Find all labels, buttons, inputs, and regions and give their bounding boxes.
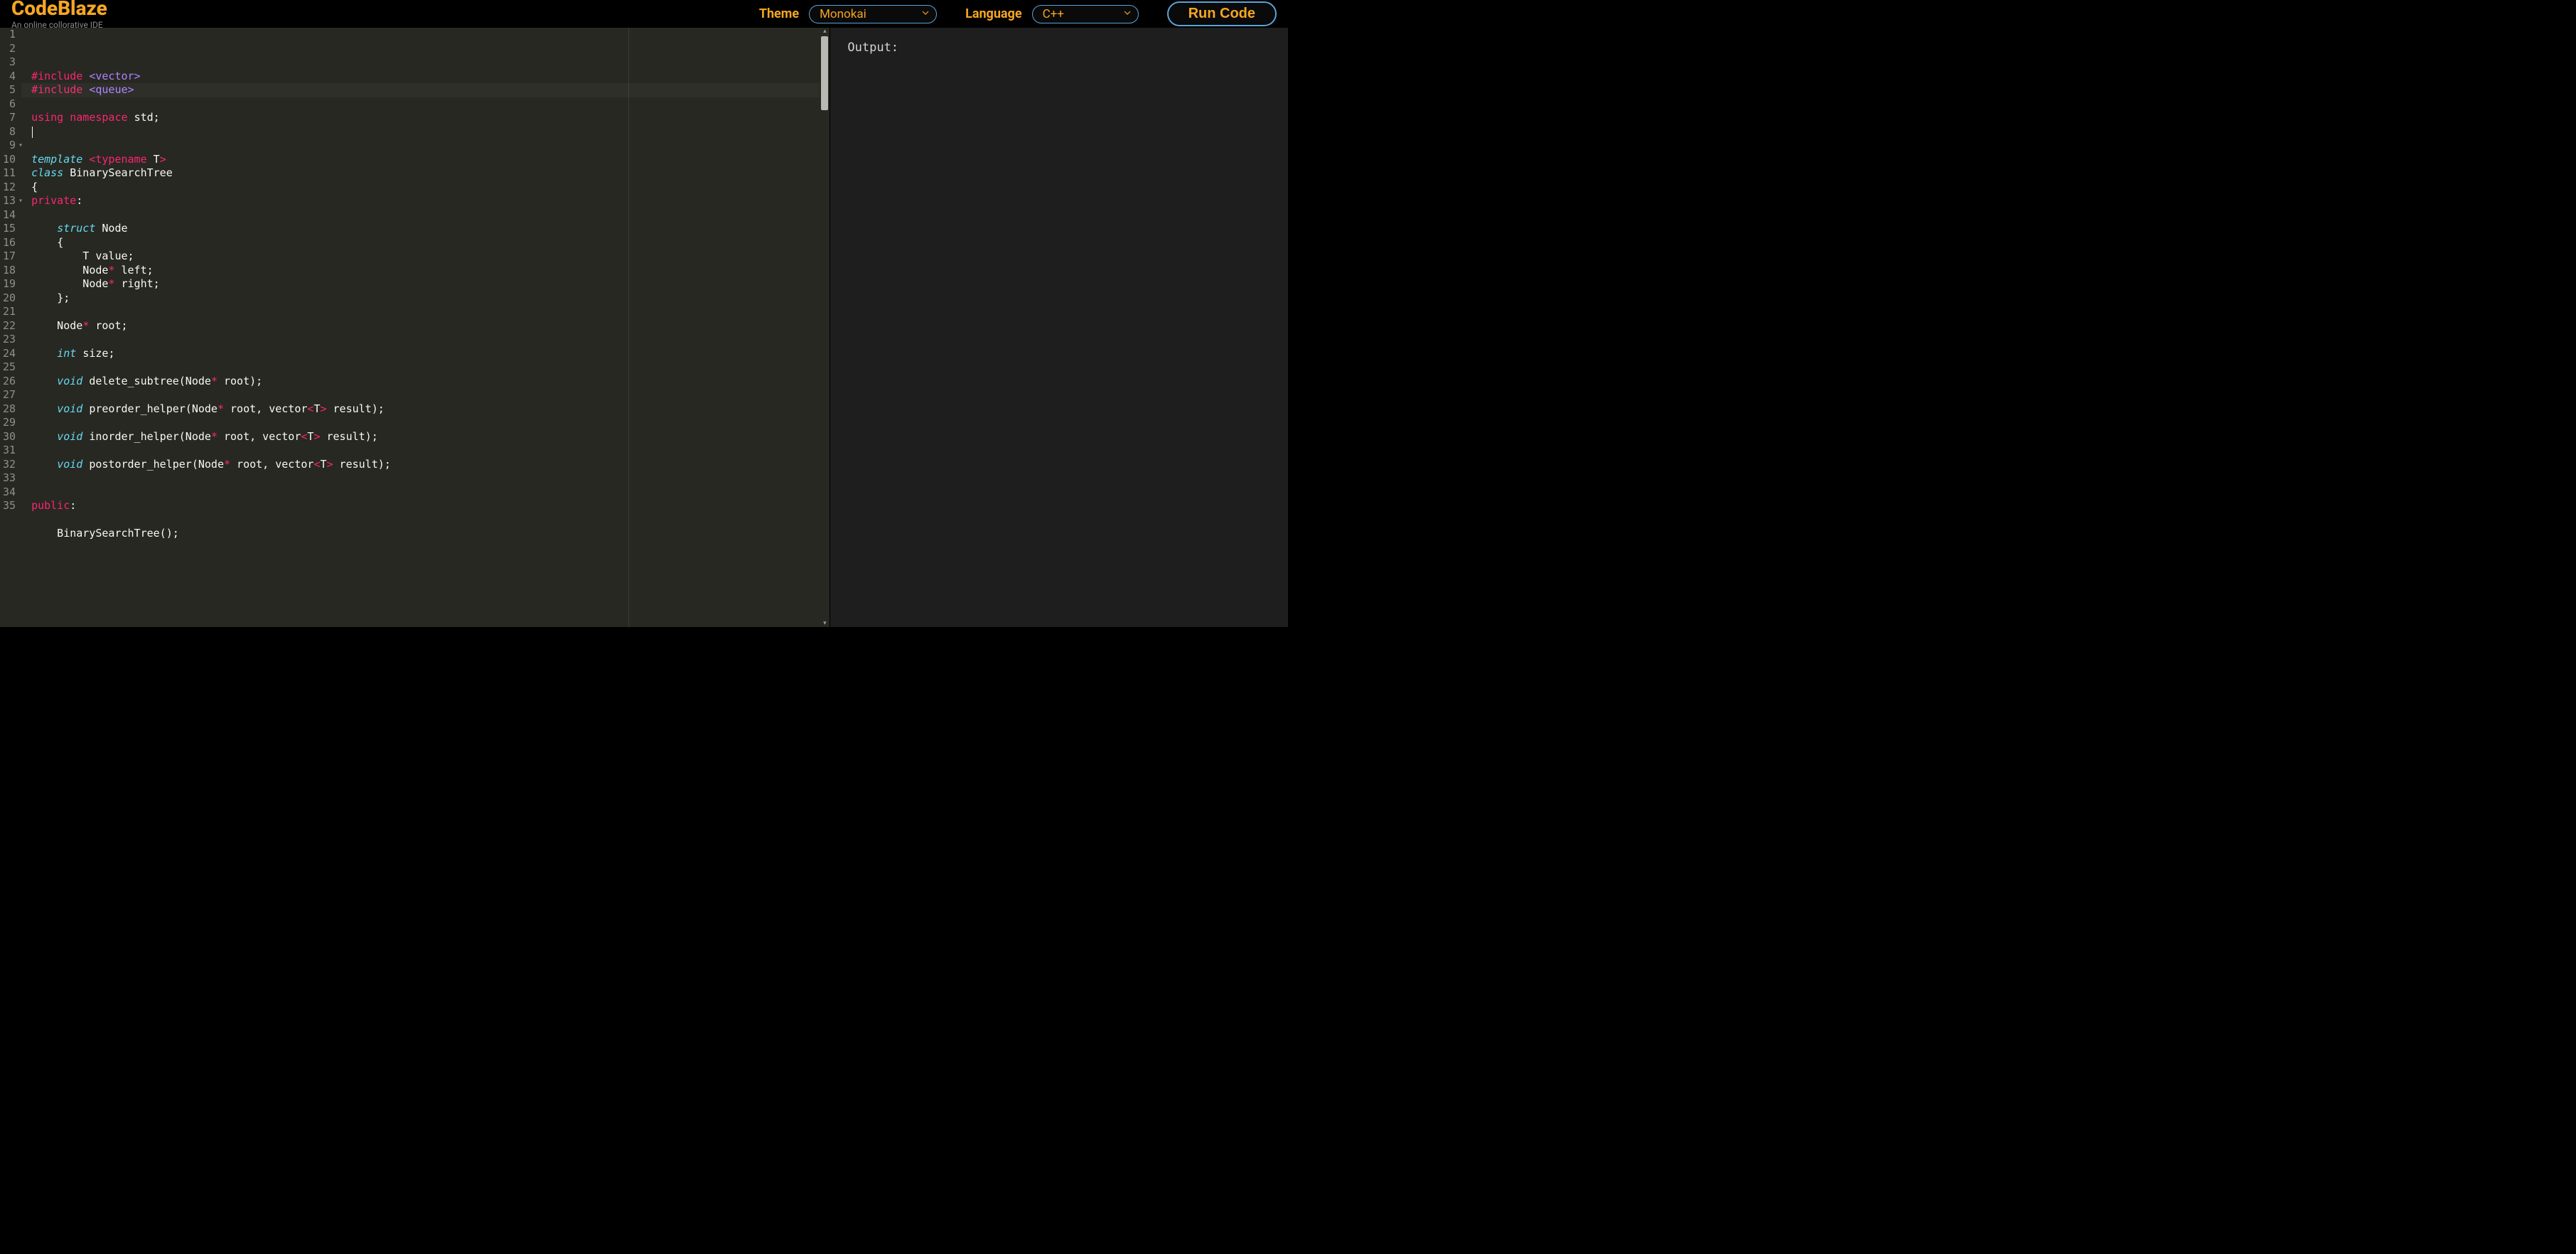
line-number[interactable]: 30 bbox=[3, 430, 16, 444]
code-line[interactable]: void inorder_helper(Node* root, vector<T… bbox=[31, 430, 820, 444]
theme-select-value: Monokai bbox=[820, 7, 866, 21]
code-line[interactable] bbox=[31, 139, 820, 153]
code-line[interactable] bbox=[31, 97, 820, 112]
code-line[interactable]: #include <vector> bbox=[31, 70, 820, 84]
header: CodeBlaze An online collorative IDE Them… bbox=[0, 0, 1288, 28]
line-number[interactable]: 23 bbox=[3, 333, 16, 347]
code-line[interactable]: int size; bbox=[31, 347, 820, 361]
code-line[interactable]: using namespace std; bbox=[31, 111, 820, 125]
code-line[interactable]: Node* root; bbox=[31, 319, 820, 333]
line-number[interactable]: 7 bbox=[3, 111, 16, 125]
code-line[interactable] bbox=[31, 360, 820, 375]
line-number[interactable]: 33 bbox=[3, 471, 16, 486]
line-number[interactable]: 10 bbox=[3, 153, 16, 167]
scroll-up-arrow-icon[interactable]: ▴ bbox=[823, 28, 827, 35]
line-number[interactable]: 8 bbox=[3, 125, 16, 139]
theme-select[interactable]: Monokai bbox=[809, 5, 937, 23]
scroll-thumb[interactable] bbox=[821, 36, 828, 110]
code-line[interactable] bbox=[31, 125, 820, 139]
line-number[interactable]: 27 bbox=[3, 388, 16, 402]
code-line[interactable]: void preorder_helper(Node* root, vector<… bbox=[31, 402, 820, 417]
line-number[interactable]: 14 bbox=[3, 208, 16, 223]
code-area[interactable]: #include <vector>#include <queue>using n… bbox=[21, 28, 820, 627]
line-number[interactable]: 1 bbox=[3, 28, 16, 42]
code-line[interactable]: public: bbox=[31, 499, 820, 513]
brand-title: CodeBlaze bbox=[11, 0, 107, 18]
active-line-highlight bbox=[21, 83, 820, 97]
code-line[interactable]: void postorder_helper(Node* root, vector… bbox=[31, 458, 820, 472]
line-number[interactable]: 31 bbox=[3, 444, 16, 458]
code-line[interactable] bbox=[31, 471, 820, 486]
code-line[interactable] bbox=[31, 486, 820, 500]
line-number[interactable]: 29 bbox=[3, 416, 16, 430]
line-number[interactable]: 25 bbox=[3, 360, 16, 375]
line-number[interactable]: 3 bbox=[3, 55, 16, 70]
line-number[interactable]: 12 bbox=[3, 181, 16, 195]
line-number[interactable]: 28 bbox=[3, 402, 16, 417]
code-line[interactable]: T value; bbox=[31, 250, 820, 264]
code-line[interactable] bbox=[31, 208, 820, 223]
theme-label: Theme bbox=[759, 6, 799, 21]
code-line[interactable]: BinarySearchTree(); bbox=[31, 527, 820, 541]
run-code-button[interactable]: Run Code bbox=[1167, 1, 1277, 26]
line-number[interactable]: 6 bbox=[3, 97, 16, 112]
text-cursor bbox=[32, 127, 33, 138]
main: 1234567891011121314151617181920212223242… bbox=[0, 28, 1288, 627]
code-line[interactable]: class BinarySearchTree bbox=[31, 166, 820, 181]
language-control: Language C++ bbox=[965, 5, 1138, 23]
line-number[interactable]: 24 bbox=[3, 347, 16, 361]
output-pane: Output: bbox=[830, 28, 1288, 627]
code-line[interactable]: struct Node bbox=[31, 222, 820, 236]
code-line[interactable] bbox=[31, 333, 820, 347]
code-line[interactable] bbox=[31, 513, 820, 527]
language-select[interactable]: C++ bbox=[1032, 5, 1139, 23]
brand: CodeBlaze An online collorative IDE bbox=[11, 0, 107, 30]
code-line[interactable]: { bbox=[31, 181, 820, 195]
line-number[interactable]: 19 bbox=[3, 277, 16, 291]
line-number[interactable]: 13 bbox=[3, 194, 16, 208]
line-number[interactable]: 5 bbox=[3, 83, 16, 97]
output-label: Output: bbox=[847, 41, 1271, 55]
line-number[interactable]: 9 bbox=[3, 139, 16, 153]
code-line[interactable] bbox=[31, 444, 820, 458]
line-number[interactable]: 4 bbox=[3, 70, 16, 84]
line-number[interactable]: 16 bbox=[3, 236, 16, 250]
code-line[interactable] bbox=[31, 541, 820, 555]
language-select-value: C++ bbox=[1043, 7, 1064, 21]
code-line[interactable]: Node* right; bbox=[31, 277, 820, 291]
editor-pane[interactable]: 1234567891011121314151617181920212223242… bbox=[0, 28, 830, 627]
code-line[interactable]: { bbox=[31, 236, 820, 250]
code-line[interactable]: }; bbox=[31, 291, 820, 306]
line-number[interactable]: 15 bbox=[3, 222, 16, 236]
print-margin bbox=[628, 28, 629, 627]
code-line[interactable] bbox=[31, 416, 820, 430]
code-line[interactable] bbox=[31, 305, 820, 319]
line-number[interactable]: 26 bbox=[3, 375, 16, 389]
line-number[interactable]: 34 bbox=[3, 486, 16, 500]
line-number[interactable]: 18 bbox=[3, 264, 16, 278]
code-line[interactable] bbox=[31, 388, 820, 402]
code-line[interactable]: void delete_subtree(Node* root); bbox=[31, 375, 820, 389]
line-number[interactable]: 20 bbox=[3, 291, 16, 306]
line-number[interactable]: 35 bbox=[3, 499, 16, 513]
line-number[interactable]: 2 bbox=[3, 42, 16, 56]
code-line[interactable]: Node* left; bbox=[31, 264, 820, 278]
line-number[interactable]: 22 bbox=[3, 319, 16, 333]
chevron-down-icon bbox=[922, 11, 929, 18]
line-number[interactable]: 32 bbox=[3, 458, 16, 472]
chevron-down-icon bbox=[1124, 11, 1131, 18]
line-number[interactable]: 17 bbox=[3, 250, 16, 264]
line-number[interactable]: 11 bbox=[3, 166, 16, 181]
scroll-down-arrow-icon[interactable]: ▾ bbox=[823, 620, 827, 627]
line-number-gutter[interactable]: 1234567891011121314151617181920212223242… bbox=[0, 28, 21, 627]
line-number[interactable]: 21 bbox=[3, 305, 16, 319]
vertical-scrollbar[interactable]: ▴ ▾ bbox=[820, 28, 830, 627]
language-label: Language bbox=[965, 6, 1021, 21]
theme-control: Theme Monokai bbox=[759, 5, 937, 23]
code-line[interactable]: private: bbox=[31, 194, 820, 208]
code-line[interactable]: template <typename T> bbox=[31, 153, 820, 167]
